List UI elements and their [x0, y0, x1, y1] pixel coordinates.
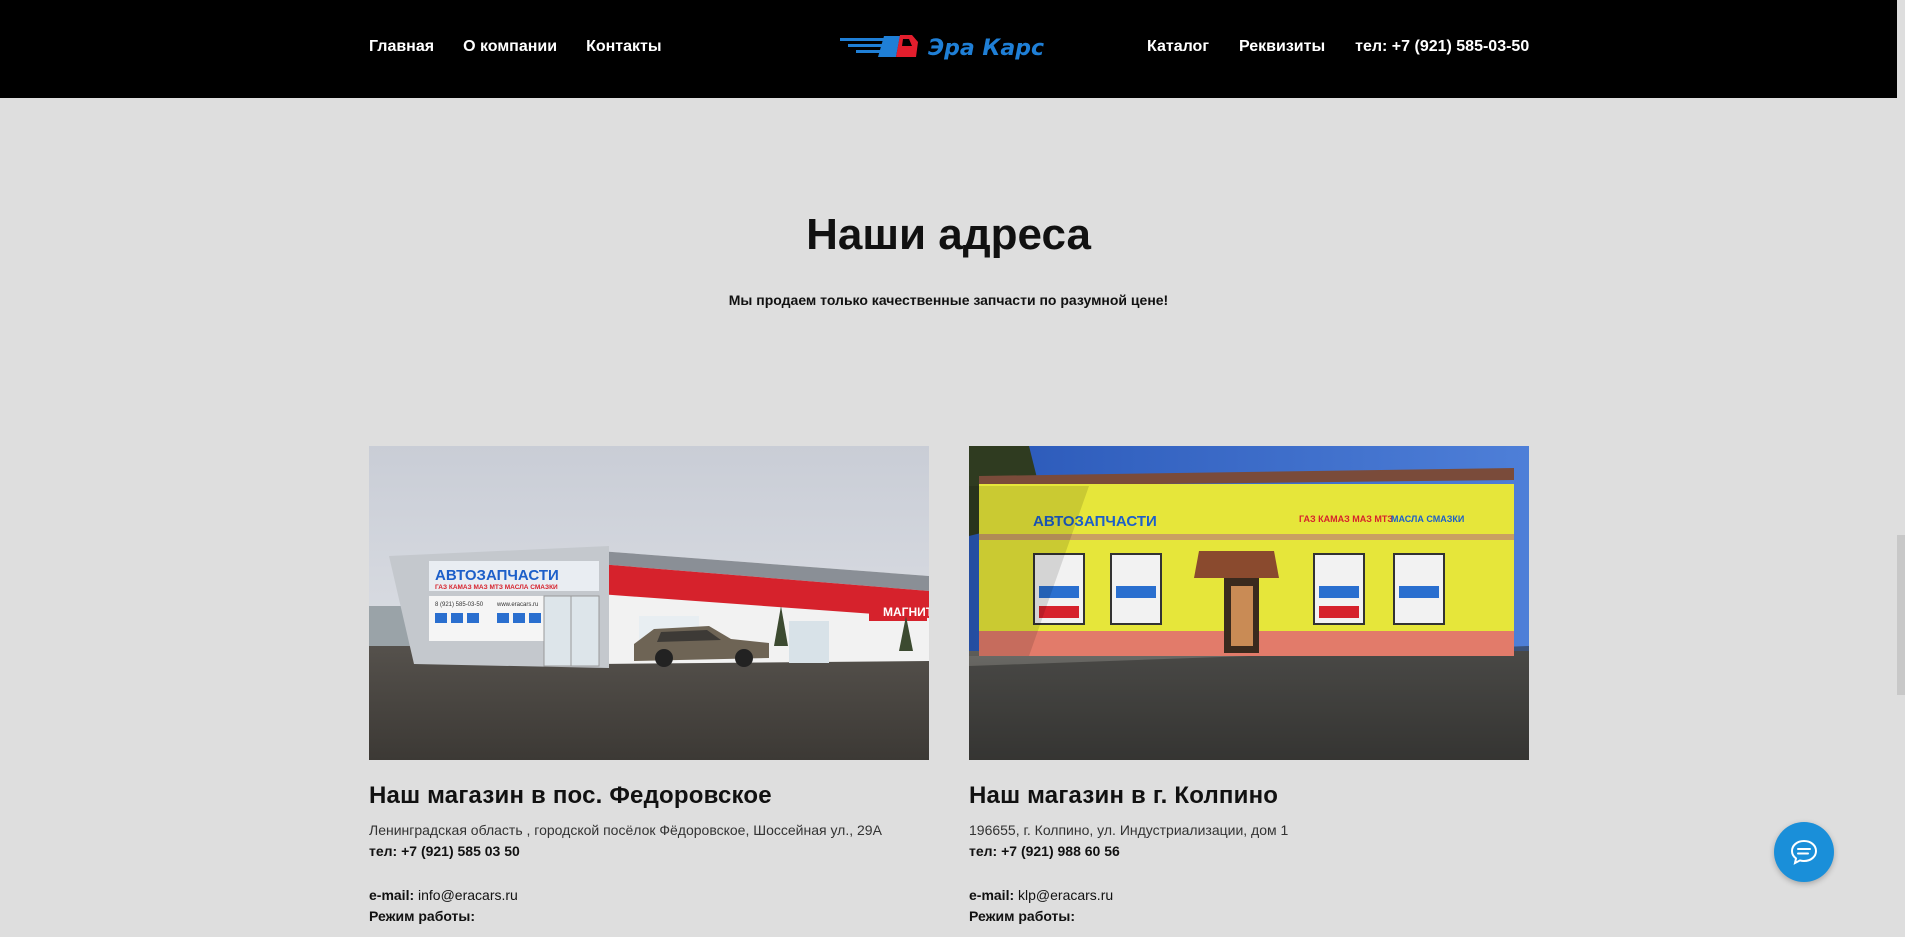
store-sign-brands: ГАЗ КАМАЗ МАЗ МТЗ МАСЛА СМАЗКИ — [435, 584, 558, 591]
store-sign-phone: 8 (921) 585-03-50 — [435, 602, 484, 608]
nav-right: Каталог Реквизиты тел: +7 (921) 585-03-5… — [1147, 38, 1529, 56]
nav-link-requisites[interactable]: Реквизиты — [1239, 38, 1325, 56]
section-title: Наши адреса — [806, 210, 1091, 259]
store-photo: МАГНИТ АВТОЗАПЧАСТИ ГАЗ КАМАЗ МАЗ МТЗ МА… — [369, 446, 929, 760]
store-sign-main: АВТОЗАПЧАСТИ — [435, 567, 559, 584]
scrollbar-thumb[interactable] — [1897, 535, 1905, 695]
store-email-line: e-mail: klp@eracars.ru — [969, 887, 1113, 903]
store-title: Наш магазин в пос. Федоровское — [369, 782, 772, 809]
store-sign-brands: ГАЗ КАМАЗ МАЗ МТЗ — [1299, 514, 1393, 524]
store-title: Наш магазин в г. Колпино — [969, 782, 1279, 809]
nav-link-phone[interactable]: тел: +7 (921) 585-03-50 — [1355, 38, 1529, 56]
nav-link-catalog[interactable]: Каталог — [1147, 38, 1209, 56]
store-address: 196655, г. Колпино, ул. Индустриализации… — [969, 822, 1289, 838]
nav-link-about[interactable]: О компании — [463, 38, 557, 56]
store-photo: АВТОЗАПЧАСТИ ГАЗ КАМАЗ МАЗ МТЗ МАСЛА СМА… — [969, 446, 1529, 760]
store-sign-site: www.eracars.ru — [496, 602, 538, 608]
store-phone-label: тел — [369, 843, 393, 859]
speed-lines-icon — [840, 36, 900, 57]
nav-left: Главная О компании Контакты — [369, 38, 662, 56]
store-address: Ленинградская область , городской посёло… — [369, 822, 882, 838]
store-email-line: e-mail: info@eracars.ru — [369, 887, 518, 903]
store-email-label: e-mail: — [369, 887, 415, 903]
nav-link-home[interactable]: Главная — [369, 38, 434, 56]
store-photo-illustration: АВТОЗАПЧАСТИ ГАЗ КАМАЗ МАЗ МТЗ МАСЛА СМА… — [969, 446, 1529, 760]
store-email-label: e-mail: — [969, 887, 1015, 903]
chat-widget-button[interactable] — [1774, 822, 1834, 882]
store-email[interactable]: info@eracars.ru — [418, 887, 518, 903]
store-hours-label: Режим работы: — [969, 908, 1076, 924]
store-phone-label: тел: — [969, 843, 998, 859]
section-subtitle: Мы продаем только качественные запчасти … — [728, 292, 1169, 308]
store-phone-line: тел: +7 (921) 988 60 56 — [969, 843, 1120, 859]
page-scrollbar[interactable] — [1897, 0, 1905, 937]
store-phone-line: тел: +7 (921) 585 03 50 — [369, 843, 520, 859]
store-email[interactable]: klp@eracars.ru — [1018, 887, 1113, 903]
company-logo[interactable]: Эра Карс — [838, 30, 1062, 64]
store-sign-brands-2: МАСЛА СМАЗКИ — [1391, 514, 1464, 524]
store-card-kolpino: АВТОЗАПЧАСТИ ГАЗ КАМАЗ МАЗ МТЗ МАСЛА СМА… — [969, 446, 1529, 924]
store-phone[interactable]: +7 (921) 988 60 56 — [997, 843, 1120, 859]
store-photo-illustration: МАГНИТ АВТОЗАПЧАСТИ ГАЗ КАМАЗ МАЗ МТЗ МА… — [369, 446, 929, 760]
store-card-fedorovskoe: МАГНИТ АВТОЗАПЧАСТИ ГАЗ КАМАЗ МАЗ МТЗ МА… — [369, 446, 929, 924]
chat-bubble-icon — [1790, 839, 1818, 865]
store-phone[interactable]: : +7 (921) 585 03 50 — [393, 843, 520, 859]
logo-text: Эра Карс — [928, 36, 1044, 61]
store-hours-label: Режим работы: — [369, 908, 476, 924]
nav-link-contacts[interactable]: Контакты — [586, 38, 661, 56]
top-navigation: Главная О компании Контакты Эра Карс Кат… — [0, 0, 1905, 98]
